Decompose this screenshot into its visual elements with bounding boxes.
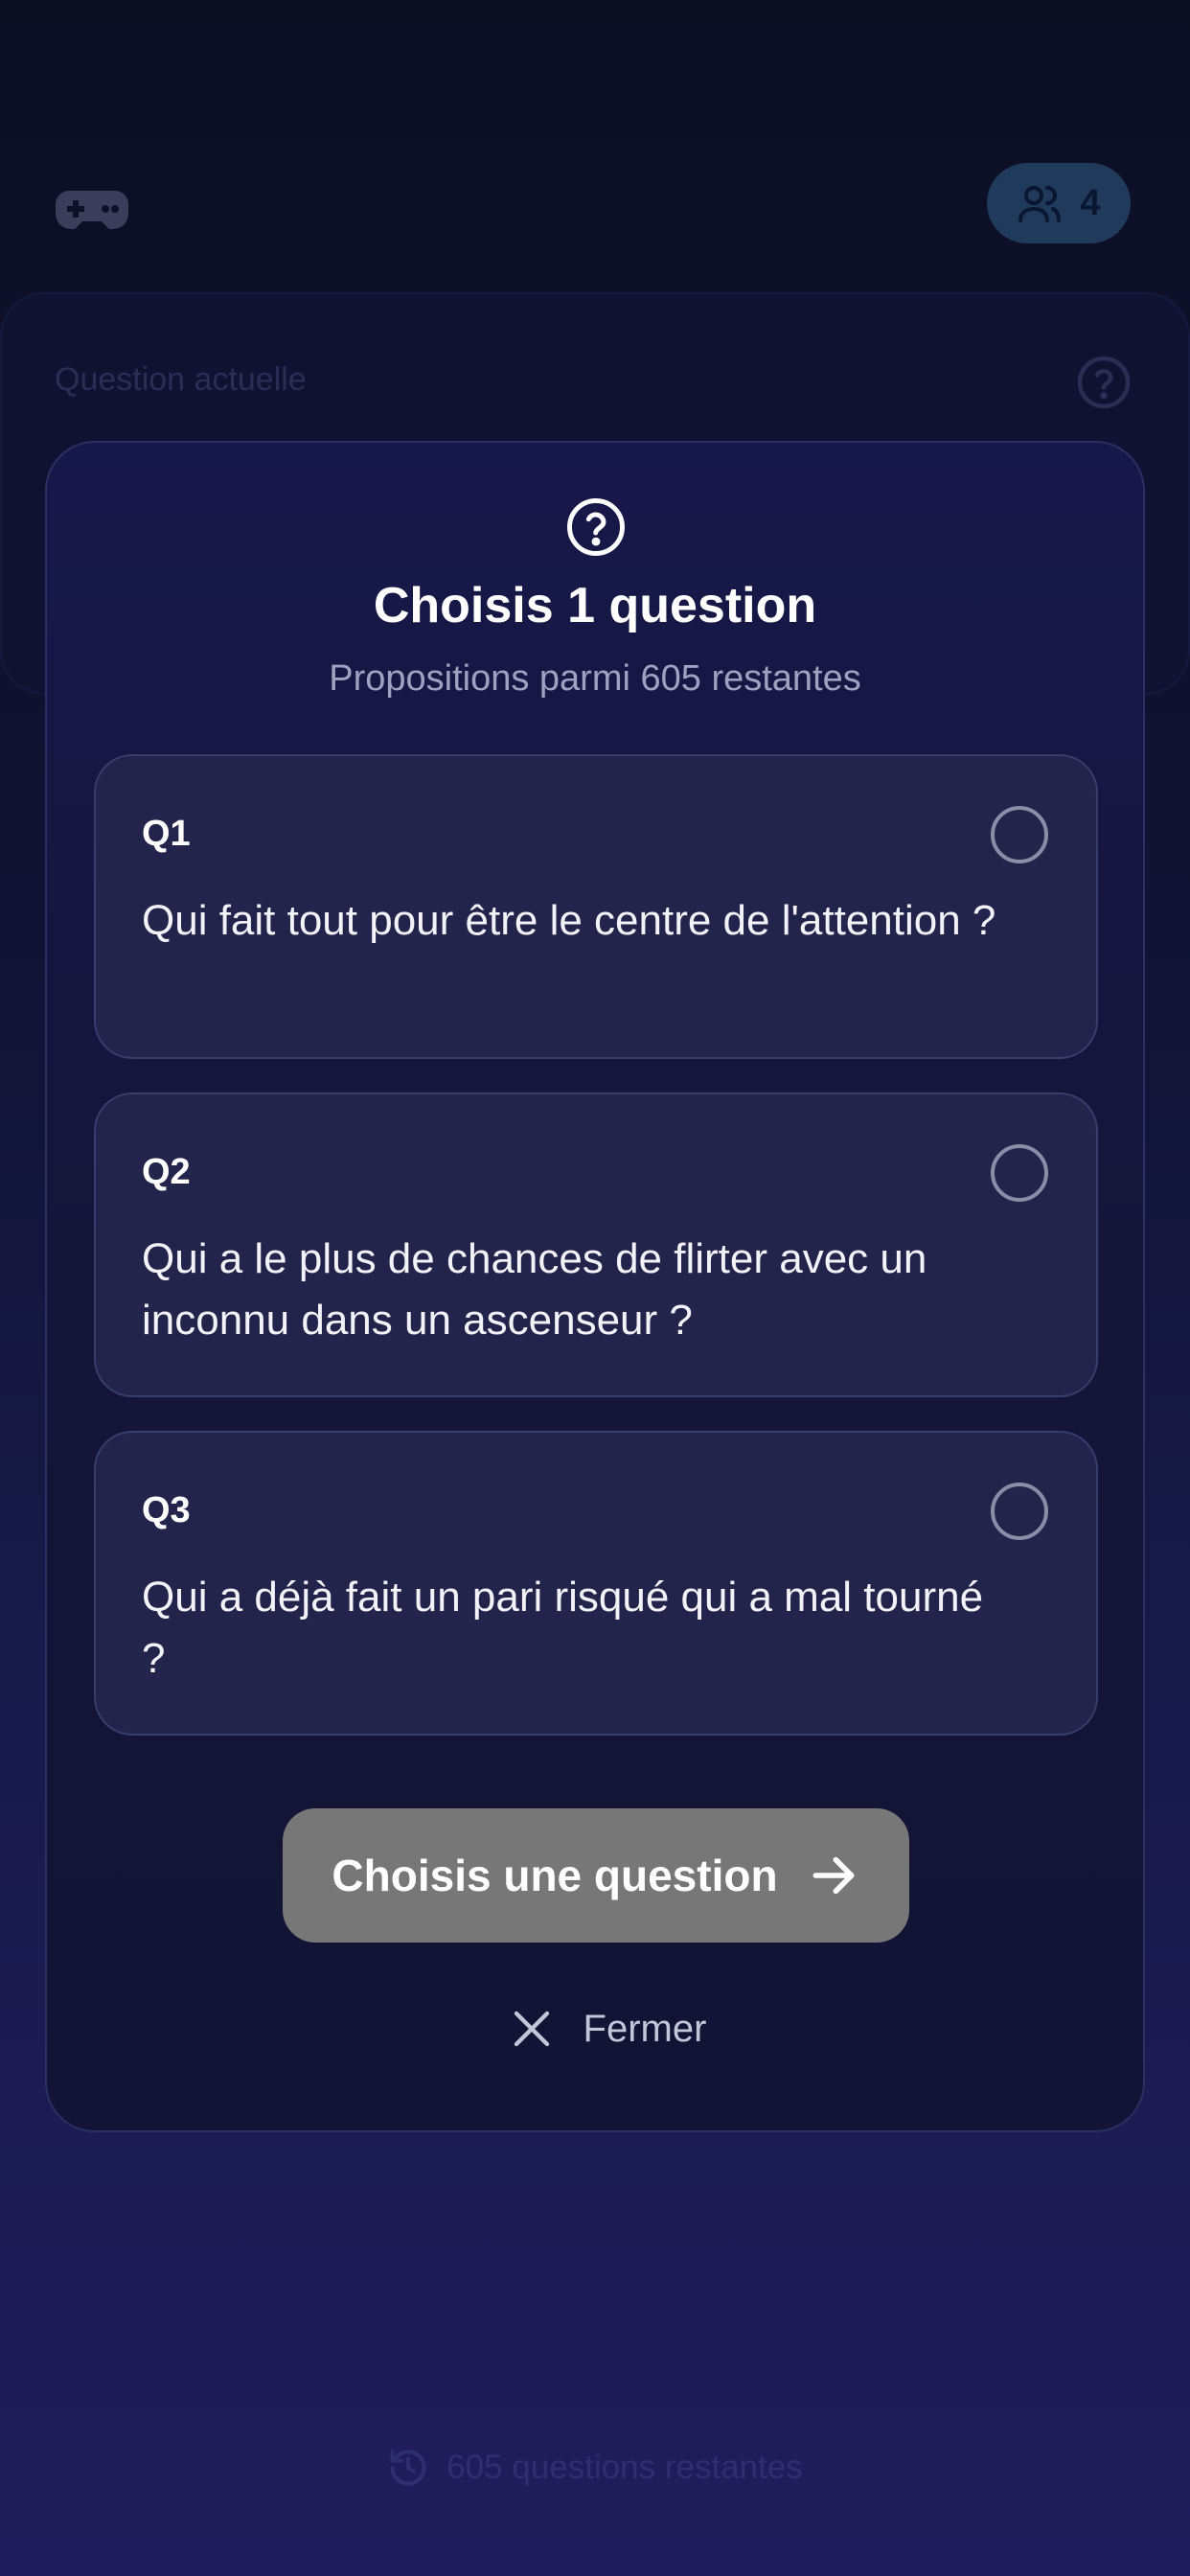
question-option-q2[interactable]: Q2 Qui a le plus de chances de flirter a…	[94, 1092, 1098, 1397]
question-circle-icon[interactable]	[1075, 354, 1133, 411]
option-text: Qui fait tout pour être le centre de l'a…	[142, 897, 996, 944]
gamepad-icon[interactable]	[56, 187, 128, 229]
modal-title: Choisis 1 question	[373, 578, 817, 633]
history-icon	[390, 2450, 426, 2486]
remaining-questions: 605 questions restantes	[0, 2439, 1190, 2496]
question-option-q3[interactable]: Q3 Qui a déjà fait un pari risqué qui a …	[94, 1431, 1098, 1736]
choose-question-modal: Choisis 1 question Propositions parmi 60…	[45, 441, 1145, 2132]
users-icon	[1018, 186, 1062, 222]
radio-button[interactable]	[991, 806, 1048, 863]
current-question-label: Question actuelle	[55, 361, 307, 398]
radio-button[interactable]	[991, 1483, 1048, 1540]
option-text: Qui a déjà fait un pari risqué qui a mal…	[142, 1574, 984, 1682]
question-circle-icon	[567, 498, 625, 556]
confirm-button-label: Choisis une question	[332, 1851, 778, 1900]
players-count: 4	[1080, 182, 1101, 223]
close-label: Fermer	[583, 2007, 707, 2050]
question-option-q1[interactable]: Q1 Qui fait tout pour être le centre de …	[94, 754, 1098, 1059]
option-tag: Q2	[142, 1152, 191, 1192]
radio-button[interactable]	[991, 1144, 1048, 1202]
option-text: Qui a le plus de chances de flirter avec…	[142, 1235, 927, 1344]
players-button[interactable]: 4	[987, 163, 1131, 243]
arrow-right-icon	[812, 1856, 855, 1895]
option-tag: Q1	[142, 814, 191, 854]
app-header: 4	[0, 0, 1190, 288]
modal-subtitle: Propositions parmi 605 restantes	[329, 658, 861, 699]
confirm-question-button[interactable]: Choisis une question	[283, 1808, 909, 1943]
option-tag: Q3	[142, 1490, 191, 1530]
remaining-text: 605 questions restantes	[446, 2449, 803, 2486]
close-icon	[514, 2011, 549, 2047]
close-button[interactable]: Fermer	[497, 1995, 718, 2062]
